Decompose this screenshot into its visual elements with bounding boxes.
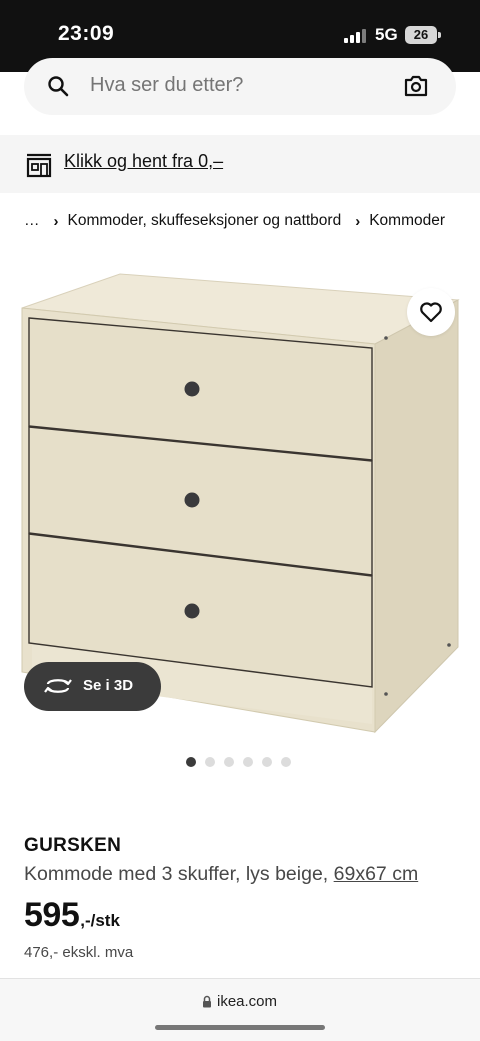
- signal-icon: [344, 28, 366, 43]
- product-size-link[interactable]: 69x67 cm: [334, 863, 419, 885]
- price-excl-vat: 476,- ekskl. mva: [24, 944, 134, 961]
- breadcrumb-ellipsis[interactable]: …: [24, 212, 40, 230]
- price-amount: 595: [24, 896, 80, 934]
- breadcrumb-item-category[interactable]: Kommoder, skuffeseksjoner og nattbord: [68, 212, 342, 230]
- home-indicator[interactable]: [155, 1025, 325, 1030]
- search-bar[interactable]: [24, 58, 456, 115]
- product-description-text: Kommode med 3 skuffer, lys beige,: [24, 863, 334, 885]
- breadcrumb-item-current[interactable]: Kommoder: [369, 212, 445, 230]
- browser-url-bar[interactable]: ikea.com: [0, 978, 480, 1041]
- carousel-dot[interactable]: [205, 757, 215, 767]
- carousel-dot[interactable]: [262, 757, 272, 767]
- url-text[interactable]: ikea.com: [217, 993, 277, 1010]
- battery-icon: 26: [405, 26, 437, 44]
- carousel-dot[interactable]: [281, 757, 291, 767]
- battery-tip: [438, 32, 441, 38]
- view-3d-label: Se i 3D: [83, 677, 134, 694]
- carousel-dots: [186, 757, 291, 767]
- price-suffix: ,-/stk: [80, 911, 120, 930]
- camera-icon[interactable]: [404, 75, 428, 97]
- network-type: 5G: [375, 25, 398, 44]
- product-description: Kommode med 3 skuffer, lys beige, 69x67 …: [24, 863, 418, 886]
- carousel-dot[interactable]: [224, 757, 234, 767]
- breadcrumb: … › Kommoder, skuffeseksjoner og nattbor…: [24, 212, 445, 230]
- lock-icon: [203, 995, 211, 1008]
- rotate-3d-icon: [44, 679, 72, 693]
- product-price: 595 ,-/stk: [24, 896, 120, 935]
- product-name[interactable]: GURSKEN: [24, 835, 121, 857]
- view-3d-button[interactable]: Se i 3D: [24, 662, 161, 711]
- pickup-banner[interactable]: Klikk og hent fra 0,–: [0, 135, 480, 193]
- carousel-dot[interactable]: [186, 757, 196, 767]
- pickup-link[interactable]: Klikk og hent fra 0,–: [64, 151, 223, 172]
- search-input[interactable]: [90, 74, 390, 97]
- status-time: 23:09: [58, 22, 115, 45]
- chevron-right-icon: ›: [53, 212, 59, 230]
- search-section: [0, 58, 480, 134]
- chevron-right-icon: ›: [355, 212, 361, 230]
- carousel-dot[interactable]: [243, 757, 253, 767]
- search-icon[interactable]: [46, 74, 70, 98]
- store-icon: [26, 153, 52, 178]
- favorite-button[interactable]: [407, 288, 455, 336]
- heart-icon: [420, 302, 442, 323]
